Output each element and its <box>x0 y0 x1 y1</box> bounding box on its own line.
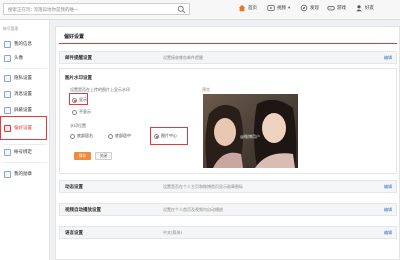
edit-link[interactable]: 编辑 <box>384 184 392 190</box>
sidebar-item-label: 屏蔽设置 <box>14 108 32 113</box>
setting-description: 设置在个人首页及视频内自动播放 <box>163 207 223 212</box>
settings-page: 搜索正在玩: 流落异地你是我的唯一 首页 视频 ▾ 发现 游戏 好友 帐号管理 … <box>0 0 400 260</box>
sidebar-item-avatar[interactable]: 头像 <box>0 52 50 64</box>
preview-label: 预览 <box>202 87 210 92</box>
close-button[interactable]: 关闭 <box>95 152 112 160</box>
sidebar-item-block[interactable]: 屏蔽设置 <box>0 104 50 116</box>
radio-bottom-center[interactable]: 底部居中 <box>108 133 131 139</box>
nav-home-label: 首页 <box>248 6 257 11</box>
nav-video-label: 视频 <box>277 6 286 11</box>
sidebar-item-label: 消息设置 <box>14 92 32 97</box>
nav-video[interactable]: 视频 ▾ <box>267 3 290 13</box>
page-title: 偏好设置 <box>64 34 85 40</box>
nav-game-label: 游戏 <box>337 6 346 11</box>
setting-row-email: 邮件提醒设置 设置接收哪些邮件提醒 编辑 <box>59 51 397 64</box>
avatar-icon <box>4 54 11 62</box>
setting-label: 图片水印设置 <box>65 76 92 81</box>
setting-label: 邮件提醒设置 <box>65 56 92 61</box>
nav-discover-label: 发现 <box>310 6 319 11</box>
video-icon <box>267 5 275 11</box>
setting-description: 设置是否在个人主页和微博首页显示勋章图标 <box>163 184 243 189</box>
chevron-down-icon: ▾ <box>288 5 291 11</box>
setting-label: 视频自动播放设置 <box>65 208 101 213</box>
nav-user[interactable]: 好友 <box>355 3 374 13</box>
radio-label: 不显示 <box>79 109 91 114</box>
sidebar-item-label: 帐号绑定 <box>14 150 32 155</box>
position-label: 水印位置 <box>70 123 86 128</box>
sidebar-item-medals[interactable]: 我的勋章 <box>0 168 50 180</box>
title-underline <box>59 43 397 44</box>
search-icon[interactable] <box>177 5 186 14</box>
setting-description: 设置接收哪些邮件提醒 <box>163 55 203 60</box>
highlight-box <box>0 116 47 140</box>
sidebar-section-title: 帐号管理 <box>3 26 19 31</box>
save-button[interactable]: 保存 <box>74 152 91 160</box>
home-icon <box>238 4 246 12</box>
preview-photo <box>203 94 298 168</box>
sidebar-item-label: 头像 <box>14 56 23 61</box>
radio-icon <box>108 133 113 139</box>
preview-image: @微博用户 <box>203 94 298 168</box>
medal-icon <box>4 170 11 178</box>
edit-link[interactable]: 编辑 <box>384 55 392 61</box>
discover-icon <box>300 4 308 12</box>
sidebar-item-label: 我的勋章 <box>14 172 32 177</box>
sidebar-item-my-info[interactable]: 我的信息 <box>0 38 50 50</box>
nav-discover[interactable]: 发现 <box>300 3 319 13</box>
radio-label: 底部居右 <box>77 133 93 138</box>
setting-row-feed: 动态设置 设置是否在个人主页和微博首页显示勋章图标 编辑 <box>59 180 397 193</box>
search-placeholder: 搜索正在玩: 流落异地你是我的唯一 <box>8 8 79 13</box>
watermark-overlay: @微博用户 <box>240 134 260 139</box>
nav-home[interactable]: 首页 <box>238 3 257 13</box>
search-input[interactable]: 搜索正在玩: 流落异地你是我的唯一 <box>3 3 190 15</box>
lock-icon <box>4 74 11 82</box>
sidebar-divider <box>3 162 47 163</box>
radio-bottom-right[interactable]: 底部居右 <box>70 133 93 139</box>
setting-description: 中文(简体) <box>163 230 183 235</box>
highlight-box <box>150 127 188 145</box>
setting-row-language: 语言设置 中文(简体) 编辑 <box>59 226 397 239</box>
link-icon <box>4 148 11 156</box>
setting-row-video-autoplay: 视频自动播放设置 设置在个人首页及视频内自动播放 编辑 <box>59 203 397 216</box>
sidebar-item-label: 隐私设置 <box>14 76 32 81</box>
setting-label: 语言设置 <box>65 231 83 236</box>
sidebar-item-label: 我的信息 <box>14 42 32 47</box>
sidebar-divider <box>3 144 47 145</box>
watermark-settings: 图片水印设置 设置是否在上传的图片上显示水印 显示 不显示 水印位置 底部居右 … <box>59 68 397 174</box>
game-icon <box>327 6 335 11</box>
sidebar-item-messages[interactable]: 消息设置 <box>0 88 50 100</box>
top-bar: 搜索正在玩: 流落异地你是我的唯一 首页 视频 ▾ 发现 游戏 好友 <box>0 0 400 20</box>
user-icon <box>4 40 11 48</box>
main-panel: 偏好设置 邮件提醒设置 设置接收哪些邮件提醒 编辑 图片水印设置 设置是否在上传… <box>55 26 400 260</box>
nav-game[interactable]: 游戏 <box>327 3 346 13</box>
sidebar-divider <box>3 68 47 69</box>
user-icon <box>356 5 362 12</box>
sidebar-item-account-binding[interactable]: 帐号绑定 <box>0 146 50 158</box>
sidebar: 帐号管理 我的信息 头像 隐私设置 消息设置 屏蔽设置 偏好设置 帐号绑定 我的… <box>0 20 50 260</box>
nav-user-label: 好友 <box>365 6 374 11</box>
message-icon <box>4 90 11 98</box>
radio-icon <box>72 109 77 115</box>
edit-link[interactable]: 编辑 <box>384 207 392 213</box>
edit-link[interactable]: 编辑 <box>384 230 392 236</box>
setting-label: 动态设置 <box>65 185 83 190</box>
radio-label: 底部居中 <box>115 133 131 138</box>
sidebar-item-privacy[interactable]: 隐私设置 <box>0 72 50 84</box>
radio-icon <box>70 133 75 139</box>
highlight-box <box>69 93 88 105</box>
radio-hide[interactable]: 不显示 <box>72 109 91 115</box>
block-icon <box>4 106 11 114</box>
